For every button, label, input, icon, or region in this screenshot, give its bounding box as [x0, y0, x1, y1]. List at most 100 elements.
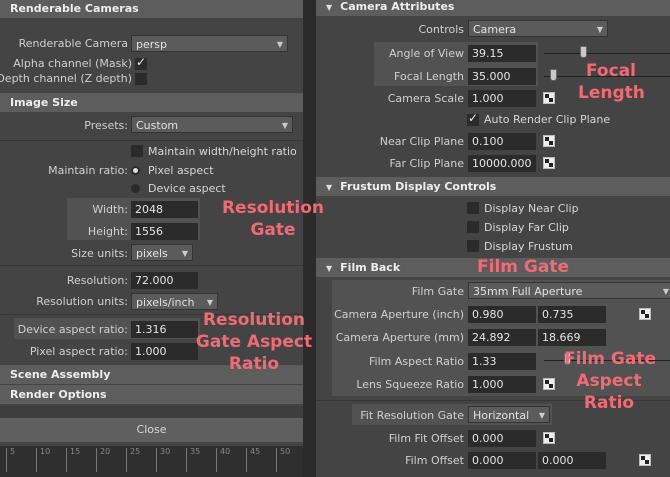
renderable-camera-dropdown[interactable]: persp ▼: [131, 35, 288, 52]
auto-clip-plane-label: Auto Render Clip Plane: [484, 113, 611, 126]
annotation-line: Ratio: [583, 393, 635, 413]
pixel-aspect-radio[interactable]: [131, 166, 140, 175]
annotation-line: Focal: [586, 61, 636, 81]
lens-squeeze-input[interactable]: [468, 376, 536, 393]
width-input[interactable]: [131, 201, 198, 218]
size-units-dropdown[interactable]: pixels ▼: [131, 244, 193, 261]
fit-resolution-gate-dropdown[interactable]: Horizontal ▼: [468, 406, 550, 423]
display-far-clip-checkbox[interactable]: [467, 221, 479, 233]
ruler-label: 40: [220, 447, 231, 456]
render-options-title: Render Options: [10, 388, 107, 401]
camera-scale-label: Camera Scale: [387, 92, 464, 105]
renderable-cameras-header[interactable]: Renderable Cameras: [0, 0, 303, 18]
map-texture-icon[interactable]: [543, 135, 555, 147]
focal-length-input[interactable]: [468, 68, 536, 85]
height-label: Height:: [87, 225, 128, 238]
near-clip-plane-label: Near Clip Plane: [379, 135, 464, 148]
controls-value: Camera: [473, 23, 517, 36]
aperture-mm-x-input[interactable]: [468, 329, 536, 346]
film-aspect-ratio-input[interactable]: [468, 353, 536, 370]
fit-resolution-gate-value: Horizontal: [473, 409, 530, 422]
depth-channel-checkbox[interactable]: [135, 73, 147, 85]
controls-dropdown[interactable]: Camera ▼: [468, 20, 608, 37]
map-texture-icon[interactable]: [639, 308, 651, 320]
pixel-aspect-ratio-label: Pixel aspect ratio:: [29, 345, 128, 358]
height-input[interactable]: [131, 223, 198, 240]
ruler-label: 35: [190, 447, 201, 456]
resolution-input[interactable]: [131, 272, 198, 289]
annotation-line: Gate Aspect: [195, 332, 313, 352]
film-fit-offset-input[interactable]: [468, 430, 536, 447]
pixel-aspect-ratio-input[interactable]: [131, 343, 198, 360]
film-offset-y-input[interactable]: [538, 452, 606, 469]
film-gate-value: 35mm Full Aperture: [473, 285, 583, 298]
far-clip-plane-input[interactable]: [468, 155, 536, 172]
ruler-tick: [126, 448, 127, 472]
angle-of-view-slider[interactable]: [544, 53, 670, 54]
image-size-header[interactable]: Image Size: [0, 93, 303, 112]
chevron-down-icon: ▼: [596, 25, 603, 34]
renderable-camera-value: persp: [136, 38, 167, 51]
film-aspect-ratio-label: Film Aspect Ratio: [369, 355, 464, 368]
frustum-display-title: Frustum Display Controls: [340, 180, 497, 193]
resolution-units-label: Resolution units:: [36, 295, 128, 308]
render-options-header[interactable]: Render Options: [0, 385, 303, 404]
display-far-clip-label: Display Far Clip: [484, 221, 569, 234]
aperture-inch-x-input[interactable]: [468, 306, 536, 323]
film-gate-annotation: Film Gate: [477, 257, 569, 277]
map-texture-icon[interactable]: [543, 92, 555, 104]
display-frustum-label: Display Frustum: [484, 240, 573, 253]
resolution-label: Resolution:: [66, 274, 128, 287]
renderable-camera-label: Renderable Camera: [18, 37, 128, 50]
angle-of-view-input[interactable]: [468, 45, 536, 62]
collapse-triangle-icon: ▼: [326, 264, 333, 273]
display-frustum-checkbox[interactable]: [467, 240, 479, 252]
film-gate-label: Film Gate: [411, 285, 464, 298]
depth-channel-label: Depth channel (Z depth): [0, 72, 132, 85]
film-offset-label: Film Offset: [405, 454, 464, 467]
far-clip-plane-label: Far Clip Plane: [389, 157, 464, 170]
camera-scale-input[interactable]: [468, 90, 536, 107]
panel-footer-space: [0, 406, 303, 418]
aperture-inch-y-input[interactable]: [538, 306, 606, 323]
annotation-line: Ratio: [228, 354, 280, 374]
device-aspect-ratio-input[interactable]: [131, 321, 198, 338]
auto-clip-plane-checkbox[interactable]: [467, 111, 479, 126]
map-texture-icon[interactable]: [543, 378, 555, 390]
device-aspect-radio[interactable]: [131, 184, 140, 193]
film-offset-x-input[interactable]: [468, 452, 536, 469]
chevron-down-icon: ▼: [181, 249, 188, 258]
camera-attributes-header[interactable]: ▼ Camera Attributes: [316, 0, 670, 16]
angle-of-view-slider-handle[interactable]: [580, 46, 587, 58]
ruler-tick: [216, 448, 217, 472]
resolution-units-dropdown[interactable]: pixels/inch ▼: [131, 293, 218, 310]
film-fit-offset-label: Film Fit Offset: [388, 432, 464, 445]
display-near-clip-checkbox[interactable]: [467, 202, 479, 214]
map-texture-icon[interactable]: [543, 432, 555, 444]
controls-label: Controls: [418, 23, 465, 36]
frustum-display-header[interactable]: ▼ Frustum Display Controls: [316, 177, 670, 196]
renderable-cameras-title: Renderable Cameras: [10, 2, 139, 15]
film-gate-dropdown[interactable]: 35mm Full Aperture ▼: [468, 282, 670, 299]
maintain-wh-ratio-checkbox[interactable]: [131, 145, 143, 157]
maintain-wh-ratio-label: Maintain width/height ratio: [148, 145, 297, 158]
map-texture-icon[interactable]: [543, 157, 555, 169]
fit-resolution-gate-label: Fit Resolution Gate: [360, 409, 464, 422]
device-aspect-option: Device aspect: [148, 182, 226, 195]
alpha-channel-checkbox[interactable]: [135, 55, 147, 70]
annotation-line: Film Gate: [564, 349, 656, 369]
collapse-triangle-icon: ▼: [326, 183, 333, 192]
size-units-value: pixels: [136, 247, 168, 260]
image-size-title: Image Size: [10, 96, 78, 109]
annotation-line: Length: [578, 83, 645, 103]
ruler-label: 25: [130, 447, 141, 456]
near-clip-plane-input[interactable]: [468, 133, 536, 150]
close-button[interactable]: Close: [0, 418, 303, 442]
focal-length-slider-handle[interactable]: [550, 69, 557, 81]
display-near-clip-label: Display Near Clip: [484, 202, 579, 215]
map-texture-icon[interactable]: [639, 454, 651, 466]
time-ruler[interactable]: 5 10 15 20 25 30 35 40 45 50: [0, 446, 303, 477]
resolution-gate-aspect-annotation: Resolution Gate Aspect Ratio: [193, 309, 315, 375]
presets-dropdown[interactable]: Custom ▼: [131, 116, 293, 133]
aperture-mm-y-input[interactable]: [538, 329, 606, 346]
